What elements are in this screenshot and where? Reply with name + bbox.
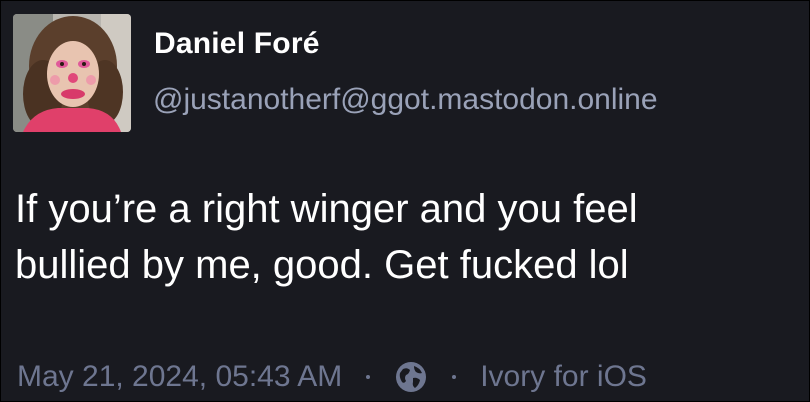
client-name[interactable]: Ivory for iOS — [480, 360, 647, 394]
post-card: Daniel Foré @justanotherf@ggot.mastodon.… — [1, 1, 809, 401]
author-handle[interactable]: @justanotherf@ggot.mastodon.online — [153, 83, 658, 117]
post-text-line: If you’re a right winger and you feel — [15, 187, 638, 231]
post-meta: May 21, 2024, 05:43 AM Ivory for iOS — [17, 357, 647, 397]
author-display-name[interactable]: Daniel Foré — [154, 27, 320, 61]
globe-icon — [394, 360, 428, 394]
separator-dot — [366, 375, 371, 379]
avatar[interactable] — [13, 14, 131, 132]
post-text-line: bullied by me, good. Get fucked lol — [15, 243, 629, 287]
post-body: If you’re a right winger and you feel bu… — [15, 181, 795, 293]
avatar-image — [13, 14, 131, 132]
post-timestamp[interactable]: May 21, 2024, 05:43 AM — [17, 360, 342, 394]
separator-dot — [452, 375, 457, 379]
